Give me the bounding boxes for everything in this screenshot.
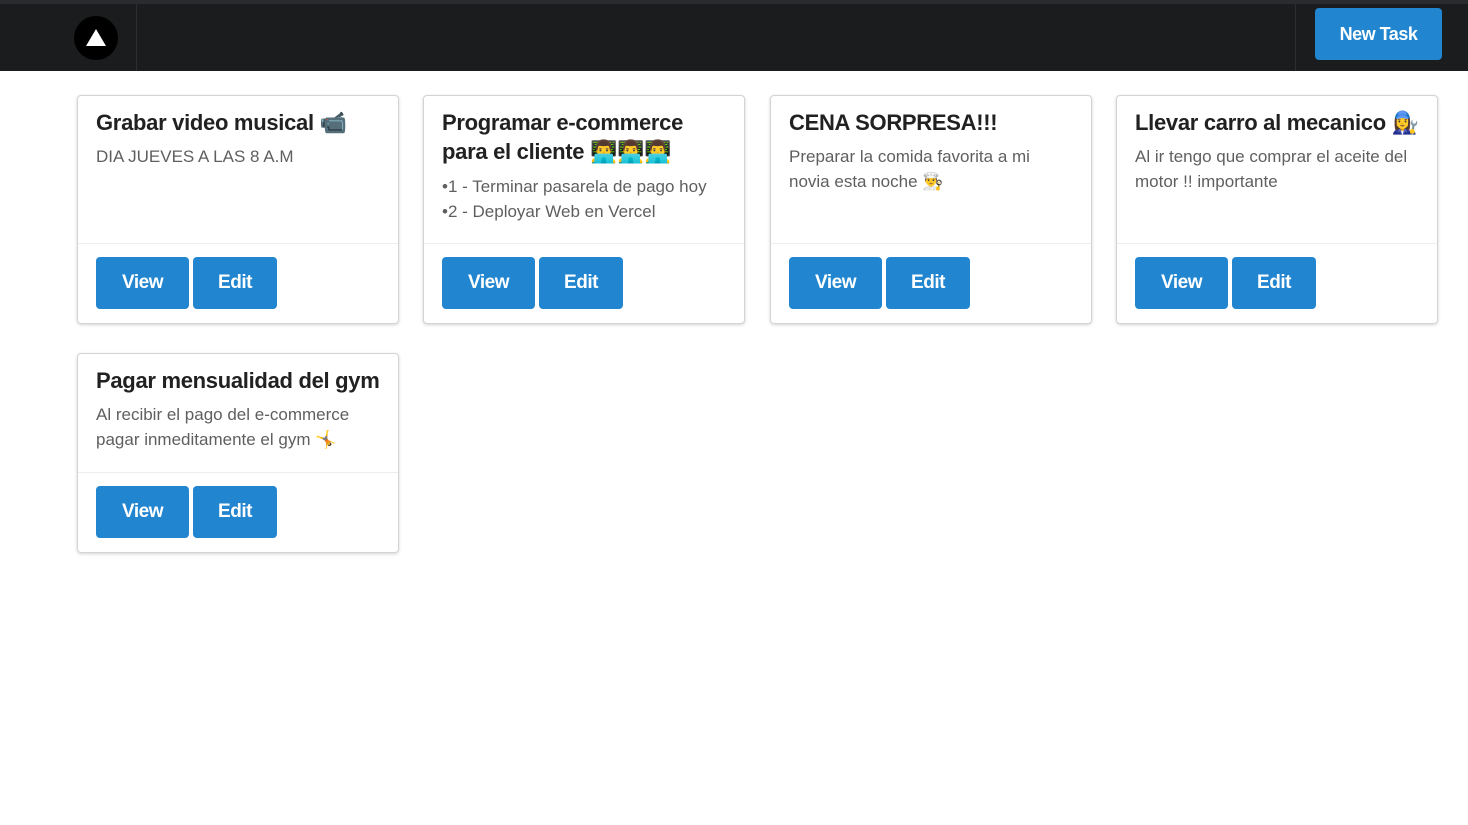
task-card: Grabar video musical 📹 DIA JUEVES A LAS … xyxy=(77,95,399,324)
task-title: Grabar video musical 📹 xyxy=(96,110,347,135)
task-title: Programar e-commerce para el cliente 👨‍💻… xyxy=(442,110,684,164)
task-title: Pagar mensualidad del gym xyxy=(96,368,380,393)
card-content: Pagar mensualidad del gym Al recibir el … xyxy=(78,354,398,473)
card-content: CENA SORPRESA!!! Preparar la comida favo… xyxy=(771,96,1091,244)
task-title: CENA SORPRESA!!! xyxy=(789,110,998,135)
list-item: 2 - Deployar Web en Vercel xyxy=(442,199,726,224)
triangle-logo-icon[interactable] xyxy=(74,16,118,60)
task-description: Preparar la comida favorita a mi novia e… xyxy=(789,144,1073,194)
task-description: 1 - Terminar pasarela de pago hoy 2 - De… xyxy=(442,174,726,224)
edit-button[interactable]: Edit xyxy=(539,257,623,309)
card-actions: View Edit xyxy=(78,243,398,323)
task-card: Pagar mensualidad del gym Al recibir el … xyxy=(77,353,399,553)
view-button[interactable]: View xyxy=(442,257,535,309)
task-description: DIA JUEVES A LAS 8 A.M xyxy=(96,144,380,169)
task-description: Al recibir el pago del e-commerce pagar … xyxy=(96,402,380,452)
view-button[interactable]: View xyxy=(1135,257,1228,309)
description-line: Al ir tengo que comprar el aceite del mo… xyxy=(1135,147,1408,191)
edit-button[interactable]: Edit xyxy=(886,257,970,309)
task-card: CENA SORPRESA!!! Preparar la comida favo… xyxy=(770,95,1092,324)
logo-menu-item[interactable] xyxy=(0,4,137,71)
list-item: 1 - Terminar pasarela de pago hoy xyxy=(442,174,726,199)
top-navbar xyxy=(0,0,1468,71)
card-actions: View Edit xyxy=(424,243,744,323)
new-task-button[interactable]: New Task xyxy=(1315,8,1442,60)
card-content: Programar e-commerce para el cliente 👨‍💻… xyxy=(424,96,744,244)
edit-button[interactable]: Edit xyxy=(1232,257,1316,309)
task-description: Al ir tengo que comprar el aceite del mo… xyxy=(1135,144,1419,194)
task-checklist: 1 - Terminar pasarela de pago hoy 2 - De… xyxy=(442,174,726,224)
card-actions: View Edit xyxy=(78,472,398,552)
card-content: Llevar carro al mecanico 👩‍🔧 Al ir tengo… xyxy=(1117,96,1437,244)
description-line: DIA JUEVES A LAS 8 A.M xyxy=(96,147,294,166)
card-content: Grabar video musical 📹 DIA JUEVES A LAS … xyxy=(78,96,398,244)
task-card: Llevar carro al mecanico 👩‍🔧 Al ir tengo… xyxy=(1116,95,1438,324)
description-line: Preparar la comida favorita a mi novia e… xyxy=(789,147,1030,191)
task-card: Programar e-commerce para el cliente 👨‍💻… xyxy=(423,95,745,324)
view-button[interactable]: View xyxy=(96,257,189,309)
description-line: Al recibir el pago del e-commerce pagar … xyxy=(96,405,350,449)
edit-button[interactable]: Edit xyxy=(193,257,277,309)
task-title: Llevar carro al mecanico 👩‍🔧 xyxy=(1135,110,1419,135)
edit-button[interactable]: Edit xyxy=(193,486,277,538)
card-actions: View Edit xyxy=(771,243,1091,323)
card-actions: View Edit xyxy=(1117,243,1437,323)
view-button[interactable]: View xyxy=(789,257,882,309)
view-button[interactable]: View xyxy=(96,486,189,538)
